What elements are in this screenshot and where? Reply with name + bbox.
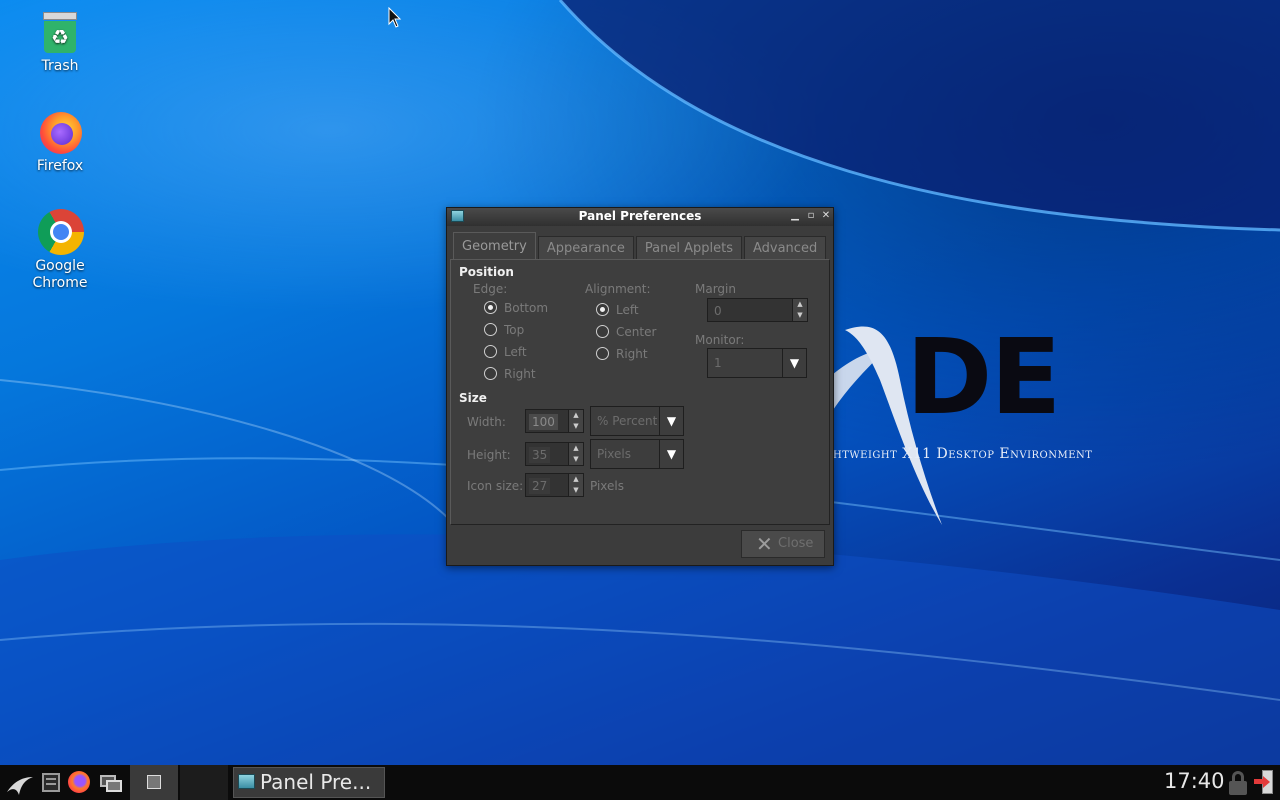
height-spinner[interactable]: 35 ▲ ▼ — [525, 442, 584, 466]
desktop-icon-label: Google Chrome — [32, 258, 88, 291]
close-button-label: Close — [778, 536, 814, 551]
margin-value: 0 — [711, 303, 789, 319]
margin-label: Margin — [695, 282, 736, 296]
edge-bottom-label: Bottom — [504, 301, 549, 315]
file-manager-icon — [42, 773, 60, 792]
show-desktop-button[interactable] — [96, 765, 124, 800]
spinner-arrows-icon[interactable]: ▲ ▼ — [568, 443, 583, 465]
height-unit-select[interactable]: Pixels ▼ — [590, 439, 684, 469]
edge-top-label: Top — [504, 323, 525, 337]
margin-spinner[interactable]: 0 ▲ ▼ — [707, 298, 808, 322]
width-spinner[interactable]: 100 ▲ ▼ — [525, 409, 584, 433]
wallpaper-logo-subtitle: htweight X11 Desktop Environment — [833, 446, 1093, 462]
monitor-select[interactable]: 1 ▼ — [707, 348, 807, 378]
alignment-center-radio[interactable] — [596, 325, 609, 338]
monitor-value: 1 — [714, 356, 722, 370]
desktop-icon-trash[interactable]: ♻ Trash — [10, 8, 110, 75]
desktop-icon-label: Trash — [41, 58, 79, 74]
spinner-arrows-icon[interactable]: ▲ ▼ — [568, 474, 583, 496]
workspace-1[interactable] — [130, 765, 178, 800]
panel-preferences-icon — [238, 774, 255, 789]
spinner-arrows-icon[interactable]: ▲ ▼ — [792, 299, 807, 321]
maximize-button[interactable]: ▫ — [805, 209, 817, 223]
tab-appearance[interactable]: Appearance — [537, 236, 634, 260]
logout-button[interactable] — [1253, 765, 1277, 800]
mouse-cursor-icon — [388, 7, 402, 28]
chevron-down-icon: ▼ — [659, 440, 683, 468]
size-heading: Size — [459, 391, 487, 405]
workspace-2[interactable] — [180, 765, 228, 800]
title-bar[interactable]: Panel Preferences ▁ ▫ ✕ — [447, 208, 833, 226]
alignment-right-label: Right — [616, 347, 648, 361]
minimize-button[interactable]: ▁ — [789, 209, 801, 223]
width-unit-select[interactable]: % Percent ▼ — [590, 406, 684, 436]
edge-left-radio[interactable] — [484, 345, 497, 358]
alignment-right-radio[interactable] — [596, 347, 609, 360]
firefox-icon — [36, 108, 84, 156]
close-icon: ✕ — [756, 532, 773, 556]
icon-size-value: 27 — [529, 478, 551, 494]
edge-bottom-radio[interactable] — [484, 301, 497, 314]
task-label: Panel Pre... — [260, 770, 372, 794]
file-manager-launcher[interactable] — [40, 765, 62, 800]
height-value: 35 — [529, 447, 551, 463]
taskbar: Panel Pre... 17:40 — [0, 765, 1280, 800]
monitor-label: Monitor: — [695, 333, 745, 347]
height-unit-value: Pixels — [597, 447, 632, 461]
close-button[interactable]: ✕ Close — [741, 530, 825, 558]
tab-bar: Geometry Appearance Panel Applets Advanc… — [453, 232, 828, 260]
chevron-down-icon: ▼ — [659, 407, 683, 435]
spinner-arrows-icon[interactable]: ▲ ▼ — [568, 410, 583, 432]
firefox-launcher[interactable] — [66, 765, 92, 800]
alignment-left-label: Left — [616, 303, 639, 317]
height-label: Height: — [467, 448, 511, 462]
icon-size-spinner[interactable]: 27 ▲ ▼ — [525, 473, 584, 497]
chrome-icon — [36, 208, 84, 256]
tab-panel-applets[interactable]: Panel Applets — [635, 236, 742, 260]
lxde-menu-icon — [7, 777, 33, 795]
tab-advanced[interactable]: Advanced — [743, 236, 827, 260]
close-window-button[interactable]: ✕ — [820, 209, 832, 223]
alignment-left-radio[interactable] — [596, 303, 609, 316]
firefox-icon — [68, 771, 90, 793]
width-value: 100 — [529, 414, 558, 430]
window-title: Panel Preferences — [578, 209, 702, 223]
clock[interactable]: 17:40 — [1164, 769, 1225, 793]
alignment-center-label: Center — [616, 325, 657, 339]
width-unit-value: % Percent — [597, 414, 658, 428]
taskbar-panel-preferences[interactable]: Panel Pre... — [233, 767, 385, 798]
edge-left-label: Left — [504, 345, 527, 359]
position-heading: Position — [459, 265, 514, 279]
geometry-panel: Position Edge: Bottom Top Left Right Ali… — [450, 259, 830, 525]
tab-geometry[interactable]: Geometry — [453, 232, 536, 260]
trash-icon: ♻ — [36, 8, 84, 56]
edge-right-label: Right — [504, 367, 536, 381]
wallpaper-logo: DE — [906, 316, 1061, 438]
edge-label: Edge: — [473, 282, 508, 296]
workspace-icon — [147, 775, 161, 789]
window-app-icon — [451, 210, 464, 222]
icon-size-label: Icon size: — [467, 479, 524, 493]
icon-size-unit: Pixels — [590, 479, 625, 493]
start-menu-button[interactable] — [3, 765, 37, 800]
desktop-icon-chrome[interactable]: Google Chrome — [10, 208, 110, 292]
edge-top-radio[interactable] — [484, 323, 497, 336]
desktop-icon-label: Firefox — [36, 158, 84, 174]
edge-right-radio[interactable] — [484, 367, 497, 380]
desktop-icon-firefox[interactable]: Firefox — [10, 108, 110, 175]
alignment-label: Alignment: — [585, 282, 651, 296]
width-label: Width: — [467, 415, 506, 429]
lock-screen-button[interactable] — [1228, 765, 1248, 800]
chevron-down-icon: ▼ — [782, 349, 806, 377]
panel-preferences-window: Panel Preferences ▁ ▫ ✕ Geometry Appeara… — [446, 207, 834, 566]
